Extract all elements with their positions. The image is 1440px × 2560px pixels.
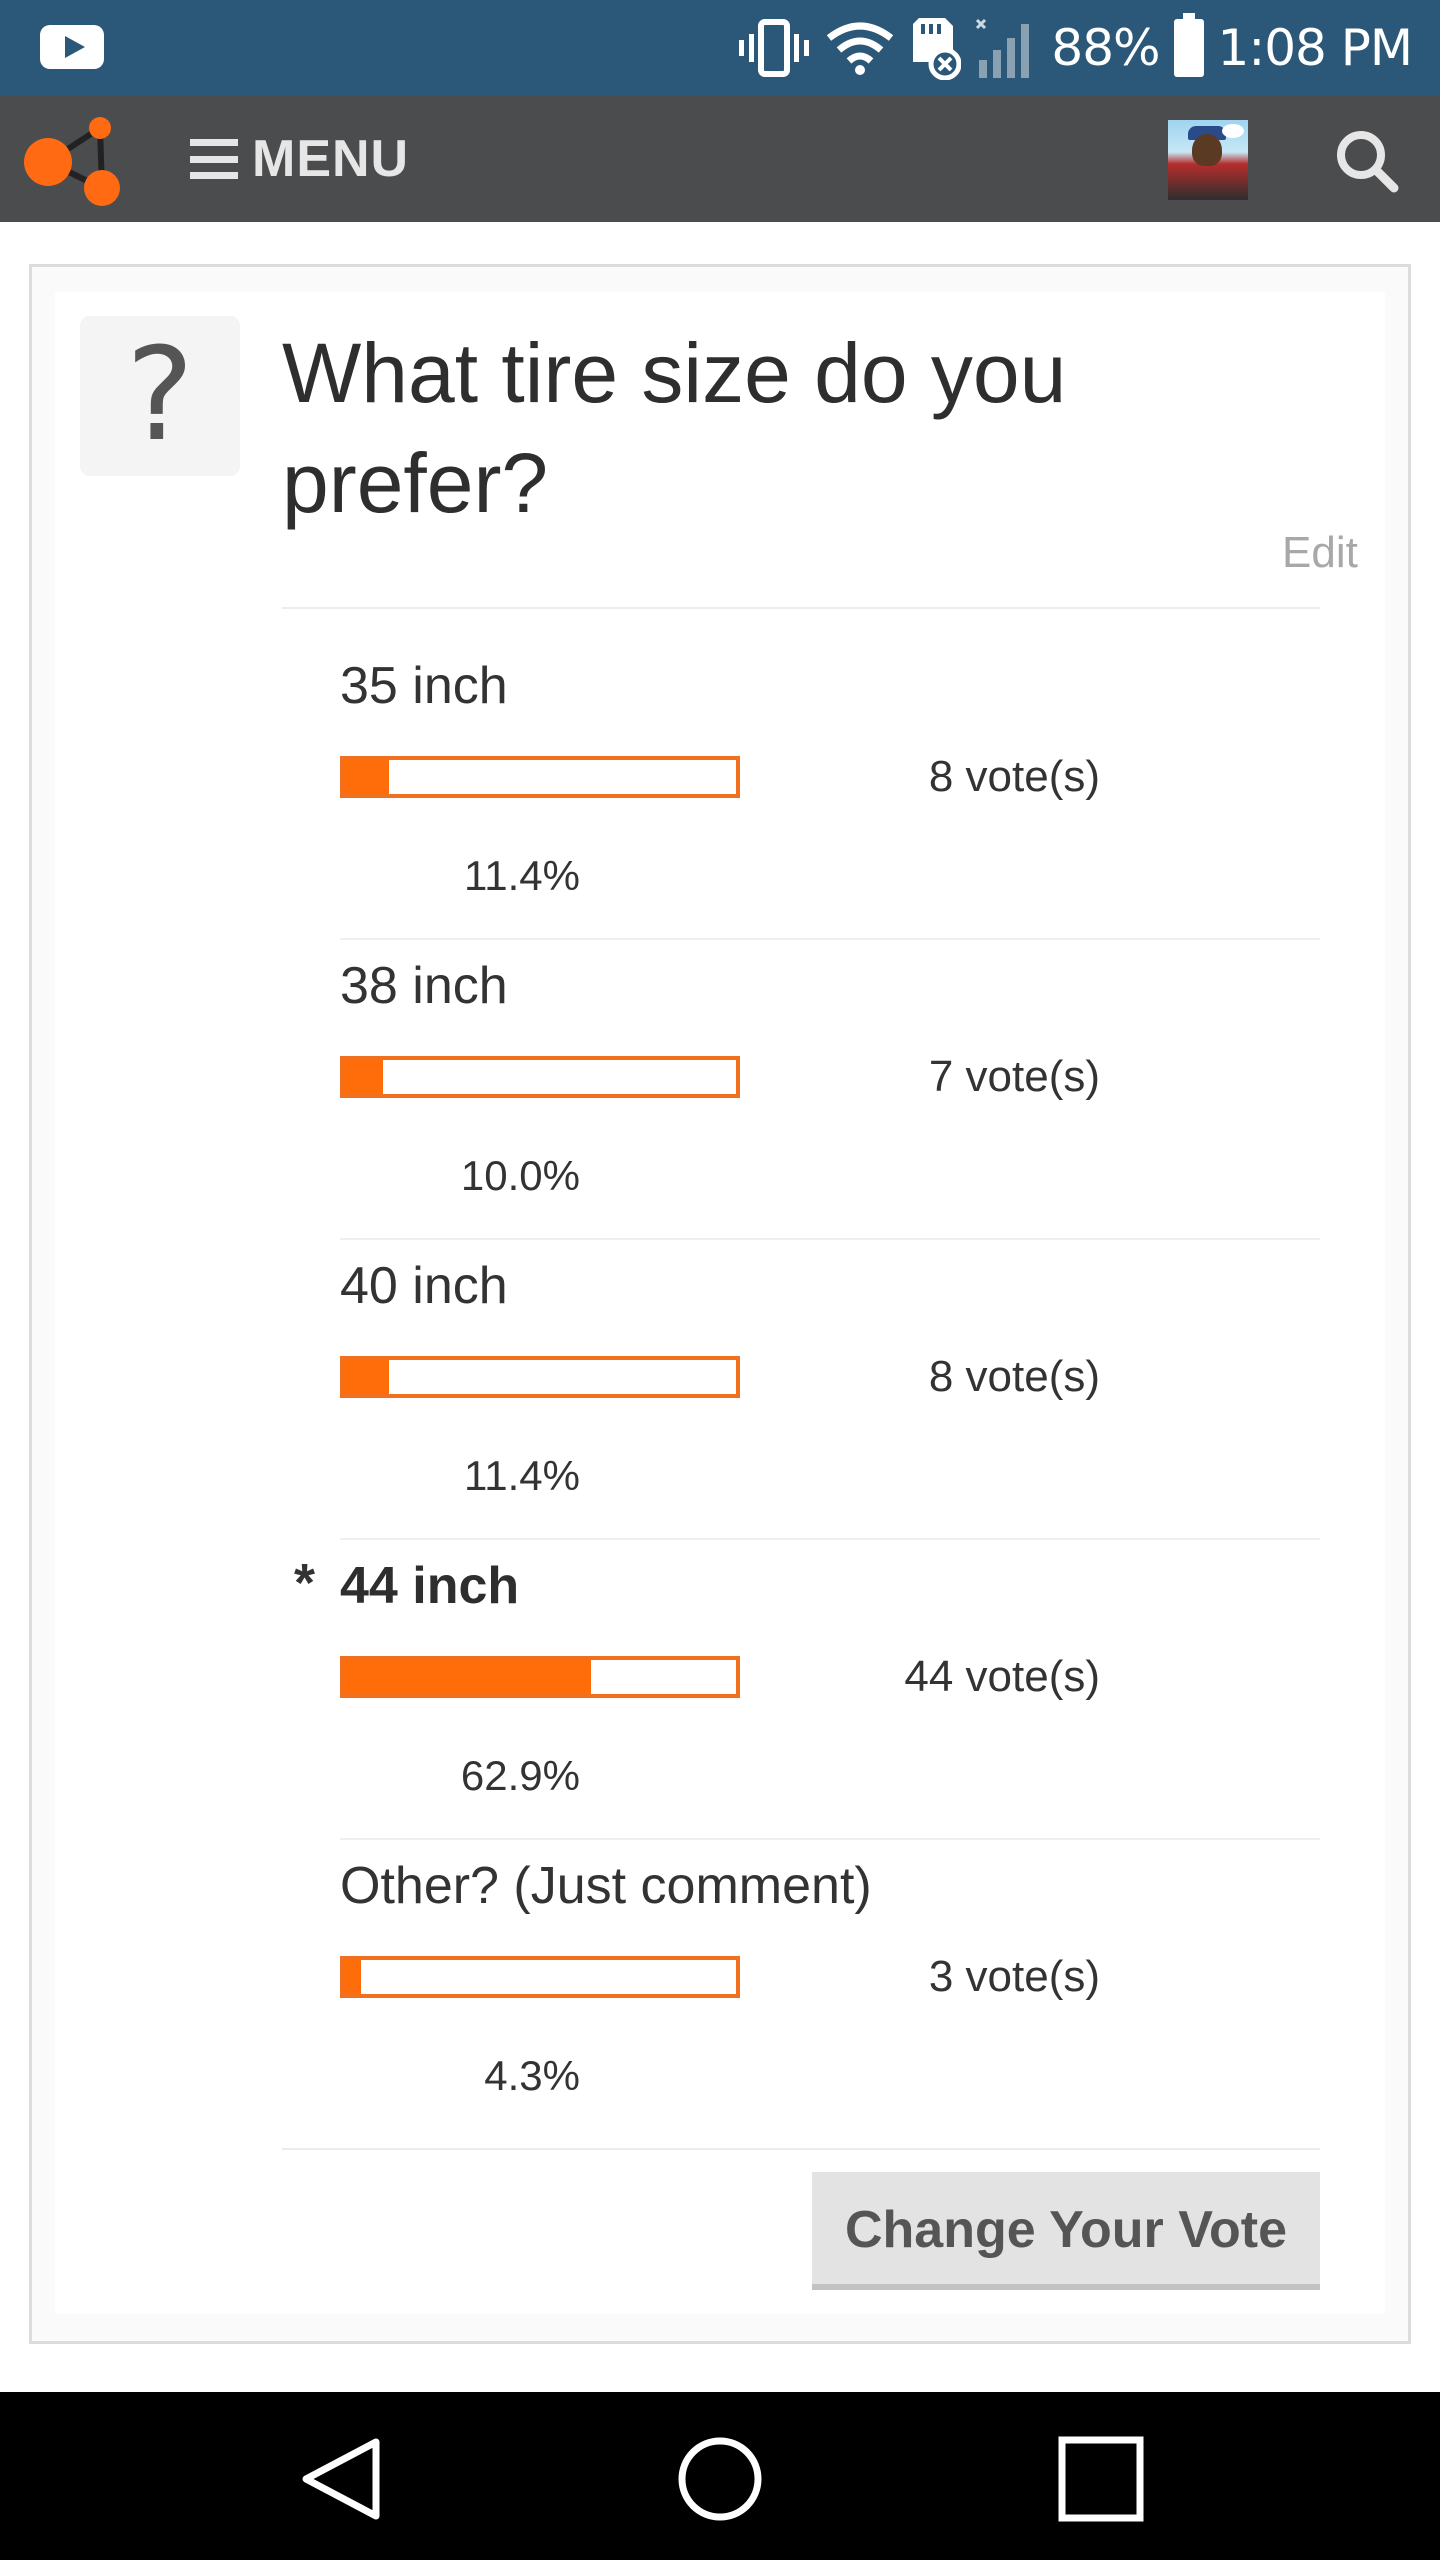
menu-label: MENU — [252, 130, 410, 188]
vote-count: 44 vote(s) — [904, 1652, 1100, 1701]
question-icon: ? — [80, 316, 240, 476]
hamburger-icon — [190, 139, 238, 179]
sd-card-icon — [913, 18, 962, 80]
divider — [340, 1838, 1320, 1840]
vote-count: 3 vote(s) — [928, 1952, 1100, 2001]
option-label: Other? (Just comment) — [340, 1857, 872, 1915]
vote-percent: 11.4% — [464, 852, 580, 899]
vote-progress-fill — [344, 1060, 384, 1094]
battery-percent: 88% — [1051, 19, 1160, 77]
search-icon[interactable] — [1334, 128, 1400, 194]
option-label: 38 inch — [340, 957, 508, 1015]
vote-percent: 4.3% — [484, 2052, 580, 2099]
change-vote-button[interactable]: Change Your Vote — [812, 2172, 1320, 2290]
vote-progress-bar — [340, 756, 740, 798]
logo-icon[interactable] — [22, 114, 126, 210]
poll-question: What tire size do you prefer? — [282, 326, 1067, 530]
status-bar: 88% 1:08 PM — [0, 0, 1440, 96]
vote-progress-bar — [340, 1656, 740, 1698]
vote-count: 8 vote(s) — [928, 752, 1100, 801]
home-icon[interactable] — [675, 2434, 765, 2524]
navigation-bar — [0, 2392, 1440, 2560]
battery-icon — [1173, 13, 1204, 77]
status-icons: 88% 1:08 PM — [737, 13, 1413, 82]
poll-card-inner — [55, 292, 1385, 2314]
divider — [282, 2148, 1320, 2150]
vote-progress-fill — [344, 1660, 591, 1694]
avatar[interactable] — [1168, 120, 1248, 200]
selected-marker: * — [294, 1553, 316, 1613]
menu-button[interactable]: MENU — [190, 126, 409, 192]
vote-percent: 10.0% — [460, 1152, 580, 1199]
vote-percent: 11.4% — [464, 1452, 580, 1499]
vote-progress-bar — [340, 1056, 740, 1098]
divider — [340, 938, 1320, 940]
youtube-icon — [40, 25, 104, 69]
back-icon[interactable] — [296, 2434, 386, 2524]
vote-count: 7 vote(s) — [928, 1052, 1100, 1101]
vote-percent: 62.9% — [460, 1752, 580, 1799]
vote-progress-fill — [344, 1960, 361, 1994]
wifi-icon — [827, 22, 894, 75]
edit-link[interactable]: Edit — [1282, 528, 1358, 578]
app-header: MENU — [0, 96, 1440, 222]
divider — [282, 607, 1320, 609]
signal-icon — [976, 18, 1030, 78]
vote-count: 8 vote(s) — [928, 1352, 1100, 1401]
clock: 1:08 PM — [1217, 19, 1413, 77]
recents-icon[interactable] — [1056, 2434, 1146, 2524]
vote-progress-fill — [344, 760, 389, 794]
option-label: 40 inch — [340, 1257, 508, 1315]
divider — [340, 1238, 1320, 1240]
vibrate-icon — [739, 19, 810, 77]
vote-progress-fill — [344, 1360, 389, 1394]
option-label: 44 inch — [340, 1557, 520, 1615]
option-label: 35 inch — [340, 657, 508, 715]
divider — [340, 1538, 1320, 1540]
vote-progress-bar — [340, 1956, 740, 1998]
vote-progress-bar — [340, 1356, 740, 1398]
